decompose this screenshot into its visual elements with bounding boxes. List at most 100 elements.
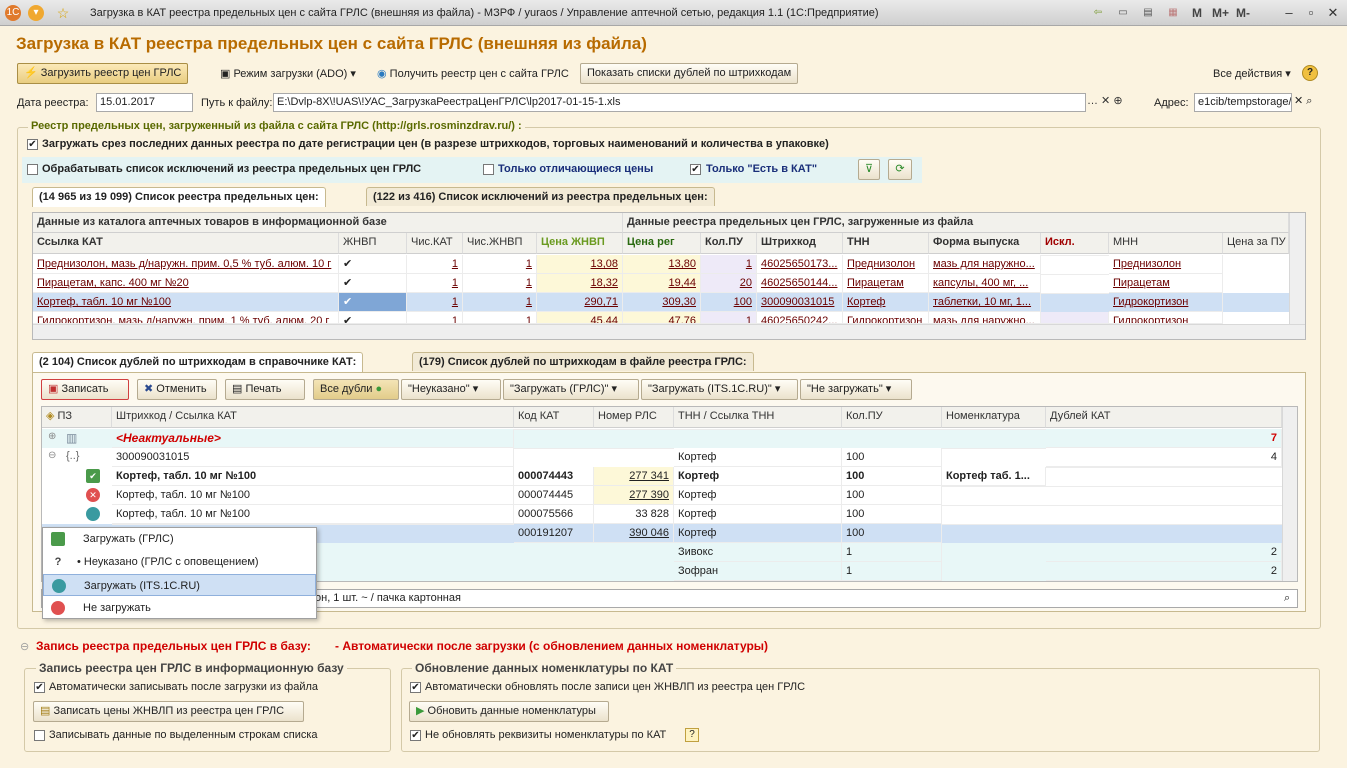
- cell-name[interactable]: Кортеф, табл. 10 мг №100: [112, 505, 514, 524]
- cell-price-jnvp[interactable]: 18,32: [537, 274, 623, 293]
- print-icon[interactable]: ▤: [1140, 5, 1156, 21]
- menu-item-unspecified[interactable]: ? • Неуказано (ГРЛС с оповещением): [43, 551, 316, 573]
- cell-price-reg[interactable]: 13,80: [623, 255, 701, 274]
- col-pu[interactable]: Кол.ПУ: [701, 233, 757, 254]
- star-icon[interactable]: ☆: [55, 5, 71, 21]
- exclusions-checkbox[interactable]: [27, 164, 38, 175]
- menu-item-load-its[interactable]: Загружать (ITS.1C.RU): [43, 574, 316, 596]
- cell-barcode[interactable]: 46025650242...: [757, 312, 843, 324]
- cell-pu[interactable]: 1: [701, 312, 757, 324]
- col-tnn-ref[interactable]: ТНН / Ссылка ТНН: [674, 407, 842, 428]
- filter-unspecified[interactable]: "Неуказано" ▾: [401, 379, 501, 400]
- cell-chkat[interactable]: 1: [407, 293, 463, 312]
- cell-chkat[interactable]: 1: [407, 312, 463, 324]
- filter-no-load[interactable]: "Не загружать" ▾: [800, 379, 912, 400]
- help-icon[interactable]: ?: [1302, 65, 1318, 81]
- cell-chjnvp[interactable]: 1: [463, 274, 537, 293]
- col-jnvp[interactable]: ЖНВП: [339, 233, 407, 254]
- col-price-pu[interactable]: Цена за ПУ: [1223, 233, 1289, 254]
- all-actions-menu[interactable]: Все действия ▾: [1213, 67, 1291, 80]
- cell-form[interactable]: мазь для наружно...: [929, 312, 1041, 324]
- cell-form[interactable]: капсулы, 400 мг, ...: [929, 274, 1041, 293]
- col-form[interactable]: Форма выпуска: [929, 233, 1041, 254]
- col-price-jnvp[interactable]: Цена ЖНВП: [537, 233, 623, 254]
- refresh-icon[interactable]: ⟳: [888, 159, 912, 180]
- menu-item-no-load[interactable]: Не загружать: [43, 597, 316, 619]
- col-nomenclature[interactable]: Номенклатура: [942, 407, 1046, 428]
- cell-name[interactable]: <Неактуальные>: [112, 429, 514, 448]
- path-field[interactable]: E:\Dvlp-8X\!UAS\!УАС_ЗагрузкаРеестраЦенГ…: [273, 93, 1086, 112]
- cancel-button[interactable]: ✖ Отменить: [137, 379, 217, 400]
- horizontal-scrollbar[interactable]: [33, 324, 1305, 339]
- menu-item-load-grls[interactable]: Загружать (ГРЛС): [43, 528, 316, 550]
- cell-price-jnvp[interactable]: 13,08: [537, 255, 623, 274]
- expand-icon[interactable]: ⊕: [48, 431, 56, 442]
- cell-price-reg[interactable]: 19,44: [623, 274, 701, 293]
- close-icon[interactable]: ✕: [1322, 4, 1344, 22]
- filter-load-grls[interactable]: "Загружать (ГРЛС)" ▾: [503, 379, 639, 400]
- cell-price-jnvp[interactable]: 45,44: [537, 312, 623, 324]
- write-value[interactable]: - Автоматически после загрузки (с обновл…: [335, 639, 768, 653]
- m-plus-button[interactable]: M+: [1212, 6, 1229, 20]
- cell-chjnvp[interactable]: 1: [463, 255, 537, 274]
- back-icon[interactable]: ⇦: [1090, 5, 1106, 21]
- load-mode-menu[interactable]: ▣ Режим загрузки (ADO) ▾: [220, 67, 356, 80]
- menu-icon[interactable]: ▾: [28, 5, 44, 21]
- cell-rls[interactable]: 390 046: [594, 524, 674, 543]
- auto-update-checkbox[interactable]: ✔: [410, 682, 421, 693]
- doc-icon[interactable]: ▭: [1115, 5, 1131, 21]
- cell-mnn[interactable]: Преднизолон: [1109, 255, 1223, 274]
- col-pz[interactable]: ◈ ПЗ: [42, 407, 112, 428]
- vertical-scrollbar[interactable]: [1289, 213, 1305, 324]
- load-registry-button[interactable]: ⚡ Загрузить реестр цен ГРЛС: [17, 63, 189, 84]
- minimize-icon[interactable]: –: [1278, 4, 1300, 22]
- update-nomenclature-button[interactable]: ▶ Обновить данные номенклатуры: [409, 701, 609, 722]
- tab-grls-dupes[interactable]: (179) Список дублей по штрихкодам в файл…: [412, 352, 754, 371]
- col-tnn[interactable]: ТНН: [843, 233, 929, 254]
- cell-mnn[interactable]: Гидрокортизон: [1109, 293, 1223, 312]
- globe-icon[interactable]: [86, 507, 100, 521]
- load-grls-icon[interactable]: ✔: [86, 469, 100, 483]
- maximize-icon[interactable]: ▫: [1300, 4, 1322, 22]
- cell-name[interactable]: Кортеф, табл. 10 мг №100: [112, 486, 514, 505]
- cell-kat[interactable]: Преднизолон, мазь д/наружн. прим. 0,5 % …: [33, 255, 339, 274]
- m-button[interactable]: M: [1192, 6, 1202, 20]
- tab-kat-dupes[interactable]: (2 104) Список дублей по штрихкодам в сп…: [32, 352, 364, 372]
- app-logo-icon[interactable]: 1C: [5, 5, 21, 21]
- save-button[interactable]: ▣ Записать: [41, 379, 129, 400]
- cell-barcode[interactable]: 46025650144...: [757, 274, 843, 293]
- col-dupes-count[interactable]: Дублей КАТ: [1046, 407, 1282, 428]
- cell-pu[interactable]: 1: [701, 255, 757, 274]
- cell-form[interactable]: таблетки, 10 мг, 1...: [929, 293, 1041, 312]
- cell-chjnvp[interactable]: 1: [463, 312, 537, 324]
- cell-pu[interactable]: 20: [701, 274, 757, 293]
- auto-write-checkbox[interactable]: ✔: [34, 682, 45, 693]
- cell-mnn[interactable]: Пирацетам: [1109, 274, 1223, 293]
- cell-tnn[interactable]: Кортеф: [843, 293, 929, 312]
- m-minus-button[interactable]: M-: [1236, 6, 1250, 20]
- calendar-icon[interactable]: ▦: [1165, 5, 1181, 21]
- cell-price-jnvp[interactable]: 290,71: [537, 293, 623, 312]
- collapse-section-icon[interactable]: ⊖: [20, 640, 29, 653]
- col-kat[interactable]: Ссылка КАТ: [33, 233, 339, 254]
- cell-price-reg[interactable]: 47,76: [623, 312, 701, 324]
- cell-form[interactable]: мазь для наружно...: [929, 255, 1041, 274]
- filter-icon[interactable]: ⊽: [858, 159, 880, 180]
- no-update-checkbox[interactable]: ✔: [410, 730, 421, 741]
- no-load-icon[interactable]: ✕: [86, 488, 100, 502]
- tab-registry-list[interactable]: (14 965 из 19 099) Список реестра предел…: [32, 187, 326, 207]
- col-price-reg[interactable]: Цена рег: [623, 233, 701, 254]
- cell-rls[interactable]: 277 341: [594, 467, 674, 486]
- write-prices-button[interactable]: ▤ Записать цены ЖНВЛП из реестра цен ГРЛ…: [33, 701, 304, 722]
- tab-exclusions[interactable]: (122 из 416) Список исключений из реестр…: [366, 187, 715, 206]
- hint-icon[interactable]: ?: [685, 728, 699, 742]
- only-diff-checkbox[interactable]: [483, 164, 494, 175]
- date-field[interactable]: 15.01.2017: [96, 93, 193, 112]
- cell-name[interactable]: 300090031015: [112, 448, 514, 467]
- cell-price-reg[interactable]: 309,30: [623, 293, 701, 312]
- dupes-scrollbar[interactable]: [1282, 407, 1297, 581]
- write-selected-checkbox[interactable]: [34, 730, 45, 741]
- cell-barcode[interactable]: 300090031015: [757, 293, 843, 312]
- cell-name[interactable]: Кортеф, табл. 10 мг №100: [112, 467, 514, 486]
- cell-kat[interactable]: Пирацетам, капс. 400 мг №20: [33, 274, 339, 293]
